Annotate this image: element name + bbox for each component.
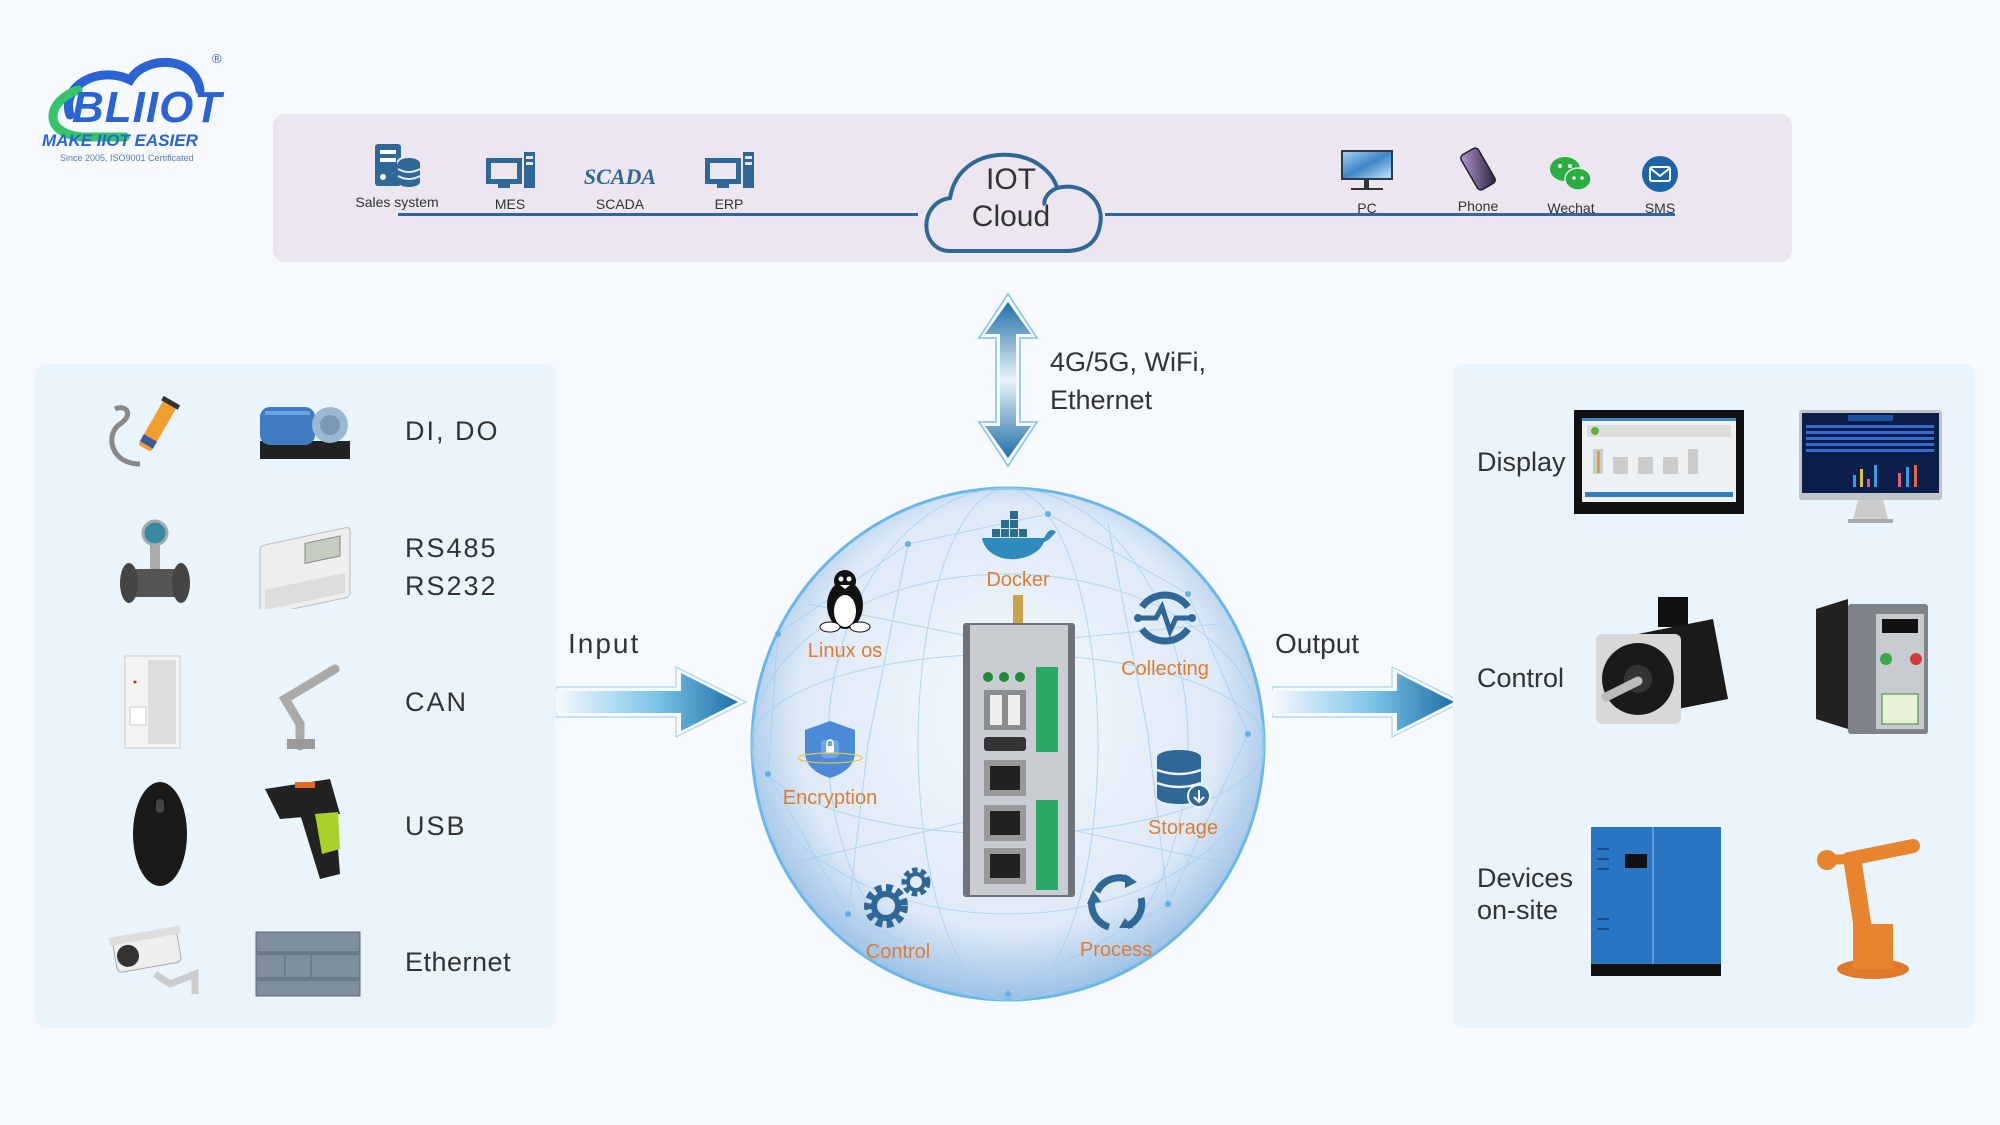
servo-motor-image (1596, 597, 1728, 724)
cloud-title-line2: Cloud (971, 200, 1051, 233)
mouse-image (133, 782, 187, 886)
brand-name: BLIIOT (72, 83, 223, 132)
output-label-control: Control (1477, 663, 1565, 693)
air-compressor-image (1591, 827, 1721, 976)
feature-process: Process (1036, 870, 1196, 962)
cloud-item-sales-system: Sales system (342, 140, 452, 210)
feature-linux: Linux os (765, 565, 925, 663)
cloud-item-label: SMS (1644, 200, 1676, 216)
frequency-inverter-image (1816, 599, 1928, 734)
output-label: Output (1275, 628, 1360, 659)
barcode-scanner-image (265, 779, 340, 879)
cycle-arrows-icon (1087, 874, 1146, 931)
feature-collecting: Collecting (1085, 585, 1245, 681)
cloud-item-label: SCADA (595, 196, 645, 212)
feature-control: Control (818, 862, 978, 964)
left-connection-line (398, 213, 918, 216)
cloud-item-label: PC (1357, 200, 1377, 216)
ip-camera-image (108, 925, 199, 994)
output-devices-panel: Display Control Devices on-site (1453, 364, 1975, 1028)
industrial-robot-image (1817, 839, 1920, 979)
feature-encryption: Encryption (750, 718, 910, 810)
connectivity-line2: Ethernet (1050, 385, 1153, 415)
output-label-on-site: on-site (1477, 895, 1559, 925)
connectivity-label: 4G/5G, WiFi, Ethernet (1050, 343, 1206, 419)
envelope-icon (1642, 156, 1678, 192)
smartphone-icon (1460, 147, 1496, 191)
input-label-serial: RS485 RS232 (405, 529, 498, 605)
output-arrow-icon (1272, 666, 1464, 738)
scada-logo: SCADA (583, 164, 657, 189)
battery-cabinet-image (124, 655, 181, 749)
cloud-item-mes: MES (455, 142, 565, 212)
database-download-icon (1156, 750, 1211, 808)
feature-label: Storage (1147, 817, 1219, 839)
output-label-devices-on-site: Devices on-site (1477, 862, 1573, 926)
feature-label: Docker (986, 569, 1050, 591)
input-label: Input (568, 628, 641, 659)
input-label-usb: USB (405, 811, 467, 841)
energy-meter-image (259, 527, 351, 609)
pulse-circle-icon (1134, 591, 1196, 645)
monitor-icon (1341, 150, 1393, 190)
brand-since: Since 2005, ISO9001 Certificated (60, 153, 194, 163)
feature-label: Encryption (782, 787, 878, 809)
feature-label: Process (1079, 939, 1153, 961)
dashboard-monitor-image (1799, 410, 1942, 523)
server-database-icon (375, 144, 421, 187)
input-label-di-do: DI, DO (405, 416, 500, 446)
shield-lock-icon (797, 721, 863, 778)
feature-label: Collecting (1121, 658, 1209, 680)
output-label-devices: Devices (1477, 863, 1574, 893)
tux-penguin-icon (819, 570, 871, 633)
cloud-item-scada: SCADA SCADA (565, 142, 675, 212)
registered-mark: ® (212, 51, 222, 66)
roots-blower-image (260, 407, 350, 459)
cloud-item-pc: PC (1312, 146, 1422, 216)
robot-arm-image (278, 664, 340, 751)
cloud-item-label: MES (494, 196, 526, 212)
input-label-ethernet: Ethernet (405, 947, 512, 977)
docker-whale-icon (982, 511, 1056, 560)
feature-storage: Storage (1103, 748, 1263, 840)
desktop-computer-icon (486, 152, 535, 188)
bidirectional-arrow-icon (977, 292, 1039, 468)
flow-meter-image (120, 519, 190, 603)
feature-label: Linux os (807, 640, 883, 662)
desktop-computer-icon (705, 152, 754, 188)
feature-docker: Docker (938, 510, 1098, 592)
feature-label: Control (865, 941, 931, 963)
input-arrow-icon (556, 666, 748, 738)
input-label-can: CAN (405, 687, 469, 717)
iot-cloud: IOT Cloud (915, 143, 1107, 255)
output-label-display: Display (1477, 447, 1566, 477)
cloud-item-label: ERP (714, 196, 744, 212)
photoelectric-sensor-image (109, 395, 181, 467)
input-devices-panel: DI, DO RS485 RS232 CAN USB Ethernet (35, 364, 556, 1028)
brand-logo: ® BLIIOT MAKE IIOT EASIER Since 2005, IS… (30, 45, 240, 170)
hmi-panel-image (1574, 410, 1744, 514)
plc-image (255, 931, 361, 997)
connectivity-line1: 4G/5G, WiFi, (1050, 347, 1207, 377)
input-label-rs232: RS232 (405, 571, 498, 601)
cloud-item-erp: ERP (674, 142, 784, 212)
cloud-item-label: Sales system (355, 194, 439, 210)
cloud-item-sms: SMS (1605, 146, 1715, 216)
cloud-title-line1: IOT (986, 163, 1036, 196)
edge-gateway-device-image (963, 595, 1075, 897)
input-label-rs485: RS485 (405, 533, 498, 563)
gears-icon (864, 867, 931, 928)
wechat-icon (1550, 157, 1592, 191)
brand-tagline: MAKE IIOT EASIER (42, 131, 198, 150)
